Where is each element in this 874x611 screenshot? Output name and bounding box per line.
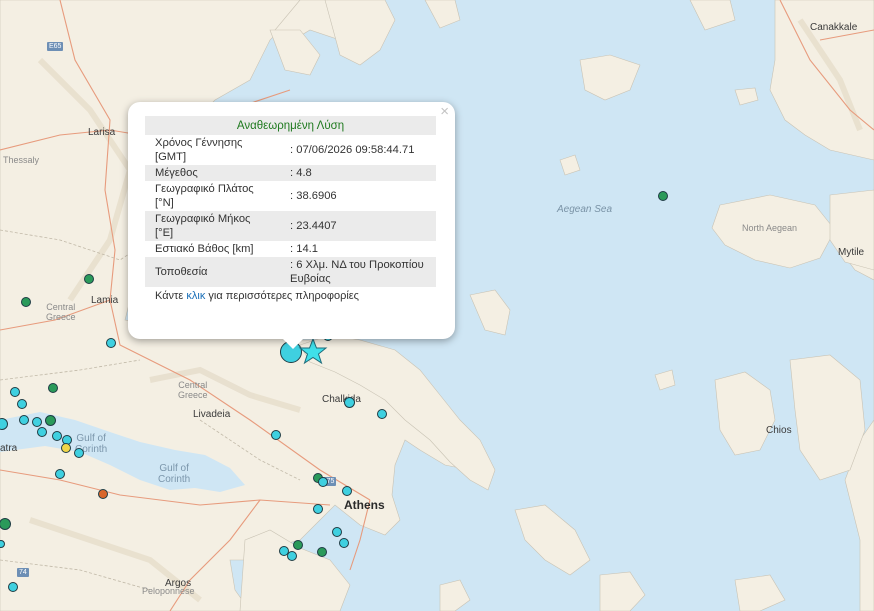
detail-label: Εστιακό Βάθος [km] bbox=[155, 243, 254, 255]
earthquake-marker[interactable] bbox=[37, 427, 47, 437]
detail-row: Μέγεθος: 4.8 bbox=[145, 165, 436, 181]
earthquake-details-table: Αναθεωρημένη Λύση Χρόνος Γέννησης [GMT]:… bbox=[145, 116, 436, 287]
detail-value: : 07/06/2026 09:58:44.71 bbox=[290, 144, 415, 156]
detail-label: Τοποθεσία bbox=[145, 257, 280, 287]
detail-label: Γεωγραφικό Πλάτος [°N] bbox=[155, 183, 254, 209]
earthquake-marker[interactable] bbox=[8, 582, 18, 592]
detail-value: : 6 Χλμ. ΝΔ του Προκοπίου Ευβοίας bbox=[280, 257, 436, 287]
earthquake-marker[interactable] bbox=[318, 477, 328, 487]
earthquake-marker[interactable] bbox=[658, 191, 668, 201]
map-label: Mytile bbox=[838, 247, 865, 258]
earthquake-marker[interactable] bbox=[342, 486, 352, 496]
earthquake-marker[interactable] bbox=[48, 383, 58, 393]
detail-row: Γεωγραφικό Μήκος [°E]: 23.4407 bbox=[145, 211, 436, 241]
detail-label: Χρόνος Γέννησης [GMT] bbox=[155, 137, 243, 163]
detail-value: : 4.8 bbox=[280, 165, 436, 181]
earthquake-marker[interactable] bbox=[84, 274, 94, 284]
earthquake-marker[interactable] bbox=[313, 504, 323, 514]
map-label: Athens bbox=[344, 498, 385, 512]
map-label: Gulf of Corinth bbox=[158, 463, 191, 485]
detail-row: Χρόνος Γέννησης [GMT] : 07/06/2026 09:58:… bbox=[145, 135, 436, 165]
detail-value: : 14.1 bbox=[290, 243, 318, 255]
close-icon[interactable]: × bbox=[440, 104, 449, 120]
earthquake-marker[interactable] bbox=[44, 414, 56, 426]
earthquake-marker[interactable] bbox=[343, 396, 355, 408]
earthquake-marker[interactable] bbox=[32, 417, 42, 427]
map-label: Chalkida bbox=[322, 394, 361, 405]
earthquake-marker[interactable] bbox=[21, 297, 31, 307]
earthquake-marker[interactable] bbox=[74, 448, 84, 458]
detail-label: Γεωγραφικό Μήκος [°E] bbox=[145, 211, 280, 241]
footer-text-after: για περισσότερες πληροφορίες bbox=[205, 290, 359, 302]
earthquake-marker[interactable] bbox=[293, 540, 303, 550]
map-label: North Aegean bbox=[742, 223, 798, 233]
detail-row: Τοποθεσία: 6 Χλμ. ΝΔ του Προκοπίου Ευβοί… bbox=[145, 257, 436, 287]
earthquake-info-popup: × Αναθεωρημένη Λύση Χρόνος Γέννησης [GMT… bbox=[128, 102, 455, 349]
more-info-link[interactable]: κλικ bbox=[186, 290, 205, 302]
map-label: E65 bbox=[47, 42, 64, 51]
earthquake-marker[interactable] bbox=[55, 469, 65, 479]
earthquake-marker[interactable] bbox=[106, 338, 116, 348]
earthquake-marker[interactable] bbox=[377, 409, 387, 419]
earthquake-marker[interactable] bbox=[317, 547, 327, 557]
earthquake-marker[interactable] bbox=[271, 430, 281, 440]
map-label: Central Greece bbox=[46, 302, 76, 322]
detail-row: Εστιακό Βάθος [km] : 14.1 bbox=[145, 241, 436, 257]
earthquake-marker[interactable] bbox=[10, 387, 20, 397]
popup-footer: Κάντε κλικ για περισσότερες πληροφορίες bbox=[145, 287, 438, 305]
map-label: atra bbox=[0, 443, 18, 454]
earthquake-marker[interactable] bbox=[19, 415, 29, 425]
detail-value: : 23.4407 bbox=[280, 211, 436, 241]
earthquake-marker[interactable] bbox=[332, 527, 342, 537]
detail-row: Γεωγραφικό Πλάτος [°N] : 38.6906 bbox=[145, 181, 436, 211]
detail-value: : 38.6906 bbox=[290, 190, 337, 202]
map-label: Thessaly bbox=[3, 155, 40, 165]
map-label: Argos bbox=[165, 578, 192, 589]
earthquake-marker[interactable] bbox=[52, 431, 62, 441]
earthquake-marker[interactable] bbox=[287, 551, 297, 561]
popup-title: Αναθεωρημένη Λύση bbox=[145, 116, 436, 135]
footer-text-before: Κάντε bbox=[155, 290, 187, 302]
map-label: Central Greece bbox=[178, 380, 208, 400]
map-label: Canakkale bbox=[810, 22, 858, 33]
detail-label: Μέγεθος bbox=[145, 165, 280, 181]
map-label: 74 bbox=[17, 568, 29, 577]
map-label: Livadeia bbox=[193, 409, 231, 420]
map-label: Aegean Sea bbox=[557, 204, 613, 215]
map-label: Chios bbox=[766, 425, 792, 436]
earthquake-marker[interactable] bbox=[61, 443, 71, 453]
earthquake-marker[interactable] bbox=[17, 399, 27, 409]
earthquake-marker[interactable] bbox=[98, 489, 108, 499]
earthquake-marker[interactable] bbox=[339, 538, 349, 548]
map-label: Larisa bbox=[88, 127, 116, 138]
popup-pointer bbox=[283, 339, 303, 349]
map-label: Lamia bbox=[91, 295, 119, 306]
